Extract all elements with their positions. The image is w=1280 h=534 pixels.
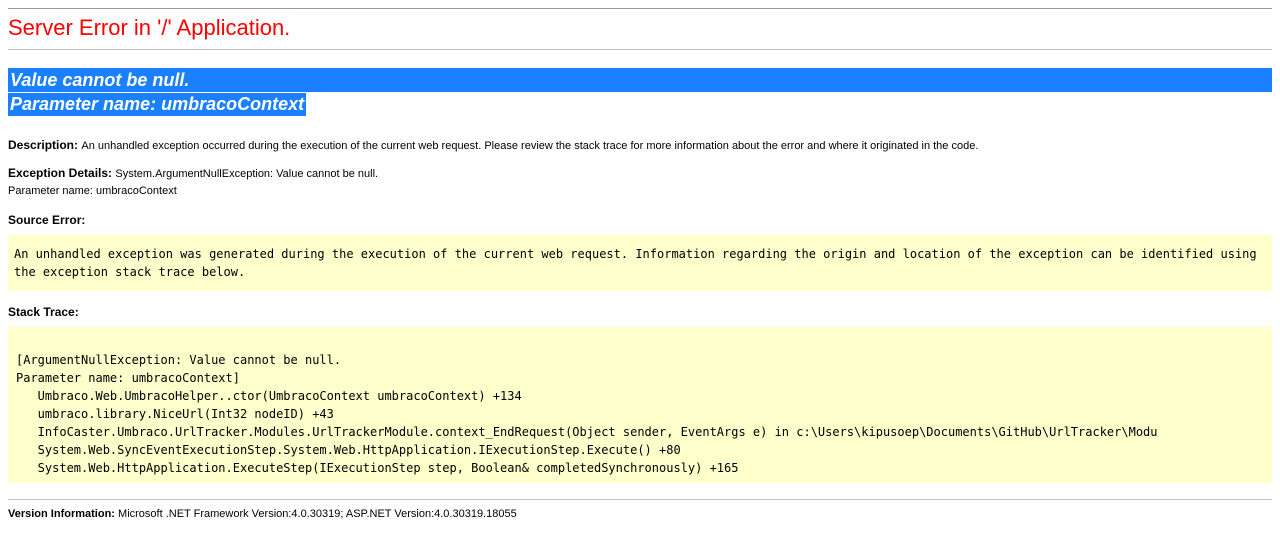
bottom-divider (8, 499, 1272, 500)
description-label: Description: (8, 138, 78, 152)
exception-details-label: Exception Details: (8, 166, 112, 180)
stack-trace-label: Stack Trace: (8, 305, 1272, 319)
description-section: Description: An unhandled exception occu… (8, 137, 1272, 154)
version-info: Version Information: Microsoft .NET Fram… (8, 508, 1272, 520)
source-error-label: Source Error: (8, 213, 1272, 227)
exception-details-section: Exception Details: System.ArgumentNullEx… (8, 165, 1272, 199)
page-title: Server Error in '/' Application. (8, 15, 1272, 41)
version-text: Microsoft .NET Framework Version:4.0.303… (118, 508, 517, 520)
source-error-box: An unhandled exception was generated dur… (8, 235, 1272, 291)
version-label: Version Information: (8, 508, 115, 520)
title-divider (8, 49, 1272, 50)
stack-trace-box: [ArgumentNullException: Value cannot be … (8, 327, 1272, 483)
exception-banner-line2: Parameter name: umbracoContext (8, 93, 306, 116)
exception-banner-line1: Value cannot be null. (8, 69, 191, 92)
top-divider (8, 8, 1272, 9)
description-text: An unhandled exception occurred during t… (81, 140, 978, 152)
exception-banner: Value cannot be null. Parameter name: um… (8, 68, 1272, 117)
